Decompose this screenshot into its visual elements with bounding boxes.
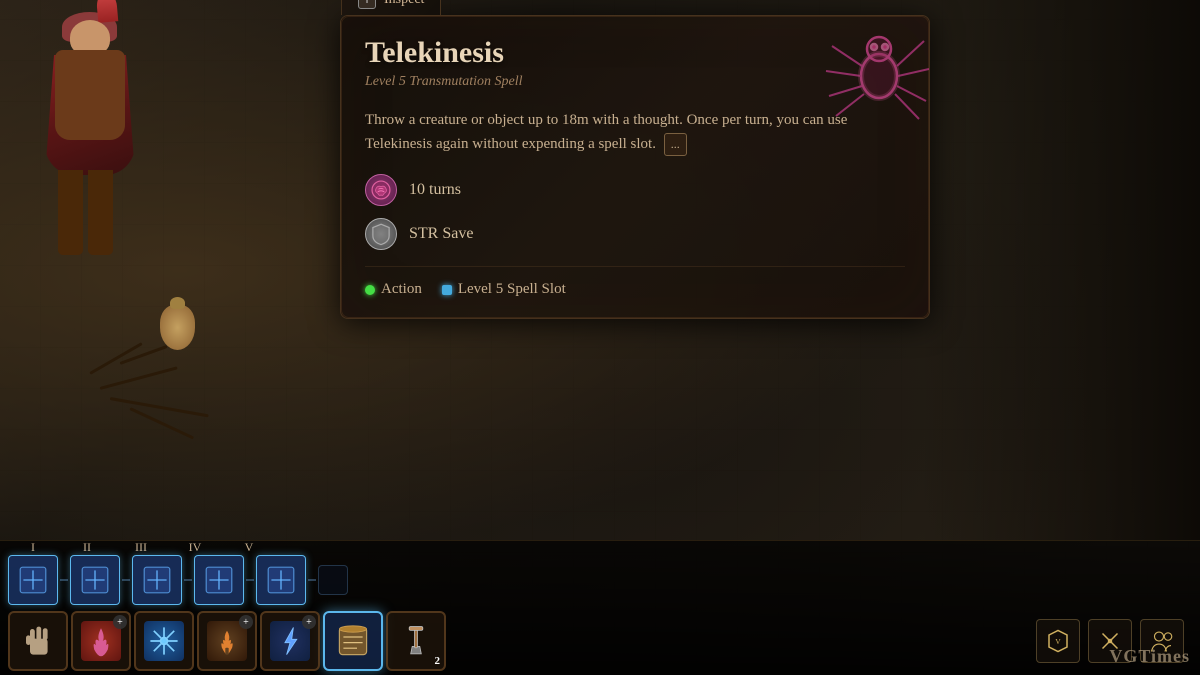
slot-connector-4	[246, 579, 254, 581]
spell-slot-2[interactable]	[134, 611, 194, 671]
spell-3-plus: +	[239, 615, 253, 629]
action-indicator-blue	[442, 285, 452, 295]
spell-slot-label: Level 5 Spell Slot	[458, 281, 566, 298]
slot-connector-2	[122, 579, 130, 581]
inspect-panel: T Inspect	[340, 15, 930, 319]
roman-iii: III	[116, 540, 166, 555]
slot-connector-1	[60, 579, 68, 581]
action-slot-4[interactable]	[194, 555, 244, 605]
character-figure	[40, 20, 160, 300]
roots-decoration	[80, 340, 280, 420]
char-right-leg	[88, 170, 113, 255]
spell-icon-2	[144, 621, 184, 661]
action-slot-labels: I II III IV V	[8, 540, 274, 555]
spell-slot-3[interactable]: +	[197, 611, 257, 671]
scroll-slot[interactable]	[323, 611, 383, 671]
spell-slots-row: +	[0, 607, 1200, 675]
more-button[interactable]: ...	[664, 133, 687, 156]
action-bar: Action Level 5 Spell Slot	[365, 266, 905, 298]
shovel-slot[interactable]: 2	[386, 611, 446, 671]
spell-4-plus: +	[302, 615, 316, 629]
action-slot-3[interactable]	[132, 555, 182, 605]
inspect-tab-label: Inspect	[384, 0, 424, 8]
duration-text: 10 turns	[409, 181, 461, 199]
action-indicator-green	[365, 285, 375, 295]
roman-i: I	[8, 540, 58, 555]
hud-bar: I II III IV V	[0, 540, 1200, 675]
shovel-count: 2	[435, 655, 441, 667]
hud-icon-1[interactable]: V	[1036, 619, 1080, 663]
roman-ii: II	[62, 540, 112, 555]
save-text: STR Save	[409, 225, 473, 243]
hand-slot[interactable]	[8, 611, 68, 671]
save-icon	[365, 218, 397, 250]
watermark: VGTimes	[1109, 646, 1190, 667]
slot-connector-3	[184, 579, 192, 581]
char-body	[55, 50, 125, 140]
character-area	[0, 0, 340, 520]
action-slot-extra[interactable]	[318, 565, 348, 595]
char-helmet-plume	[96, 0, 119, 23]
svg-text:V: V	[1055, 637, 1061, 646]
slot-connector-5	[308, 579, 316, 581]
action-slot-1[interactable]	[8, 555, 58, 605]
right-dark-area	[920, 0, 1200, 540]
inspect-key: T	[358, 0, 376, 9]
action-item: Action	[365, 281, 422, 298]
duration-stat-row: 10 turns	[365, 174, 905, 206]
spider-sigil-decoration	[804, 16, 929, 141]
spell-1-plus: +	[113, 615, 127, 629]
panel-content: Telekinesis Level 5 Transmutation Spell …	[341, 16, 929, 318]
action-label: Action	[381, 281, 422, 298]
char-left-leg	[58, 170, 83, 255]
roman-iv: IV	[170, 540, 220, 555]
spell-slot-1[interactable]: +	[71, 611, 131, 671]
action-slot-5[interactable]	[256, 555, 306, 605]
duration-icon	[365, 174, 397, 206]
save-stat-row: STR Save	[365, 218, 905, 250]
roman-v: V	[224, 540, 274, 555]
action-slots-row	[0, 555, 356, 605]
action-slot-2[interactable]	[70, 555, 120, 605]
spell-slot-item: Level 5 Spell Slot	[442, 281, 566, 298]
inspect-tab[interactable]: T Inspect	[341, 0, 441, 15]
spell-slot-4[interactable]: +	[260, 611, 320, 671]
